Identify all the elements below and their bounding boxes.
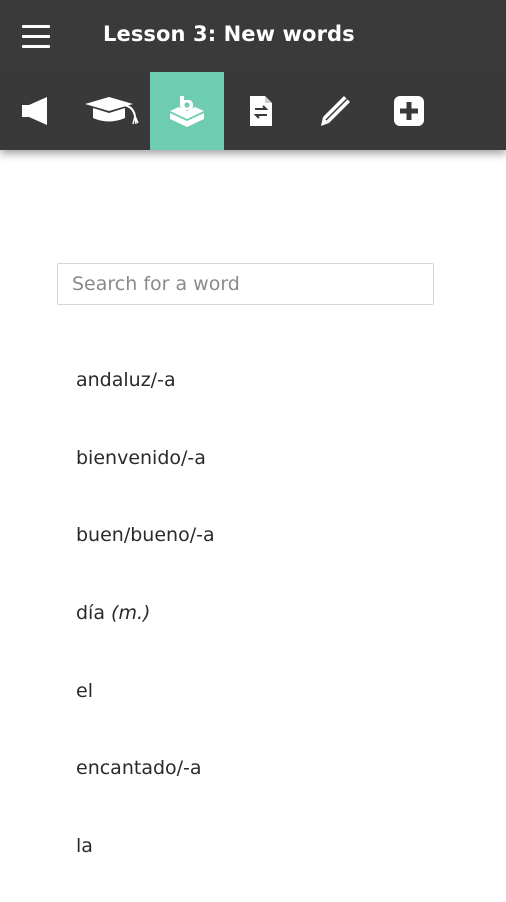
word-search-input[interactable] — [57, 263, 434, 305]
menu-line — [22, 45, 50, 48]
word-text: día — [76, 602, 105, 625]
app-bar: Lesson 3: New words — [0, 0, 506, 72]
megaphone-icon — [22, 97, 47, 125]
pencil-icon — [321, 96, 350, 126]
vocabulary-box-icon — [170, 96, 204, 127]
word-item[interactable]: encantado/-a — [76, 746, 215, 824]
graduation-cap-icon — [85, 97, 139, 125]
word-text: el — [76, 679, 93, 702]
word-text: encantado/-a — [76, 757, 202, 780]
word-item[interactable]: bienvenido/-a — [76, 436, 215, 514]
menu-line — [22, 25, 50, 28]
word-item[interactable]: el — [76, 669, 215, 747]
pencil-button[interactable] — [298, 72, 372, 150]
document-swap-icon — [250, 96, 272, 126]
word-list: andaluz/-a bienvenido/-a buen/bueno/-a d… — [76, 358, 215, 902]
vocabulary-button[interactable] — [150, 72, 224, 150]
word-text: andaluz/-a — [76, 369, 176, 391]
word-text: buen/bueno/-a — [76, 524, 215, 547]
word-item[interactable]: la — [76, 824, 215, 902]
word-item[interactable]: día (m.) — [76, 591, 215, 669]
word-gender-note: (m.) — [111, 602, 151, 625]
megaphone-button[interactable] — [0, 72, 74, 150]
lesson-toolbar — [0, 72, 506, 150]
plus-square-icon — [394, 96, 424, 126]
word-item[interactable]: andaluz/-a — [76, 358, 215, 436]
document-swap-button[interactable] — [224, 72, 298, 150]
word-text: bienvenido/-a — [76, 446, 206, 469]
word-text: la — [76, 835, 93, 858]
add-note-button[interactable] — [372, 72, 446, 150]
menu-line — [22, 35, 50, 38]
hamburger-menu-icon[interactable] — [18, 20, 58, 54]
graduation-cap-button[interactable] — [74, 72, 148, 150]
word-item[interactable]: buen/bueno/-a — [76, 513, 215, 591]
page-title: Lesson 3: New words — [103, 22, 355, 46]
